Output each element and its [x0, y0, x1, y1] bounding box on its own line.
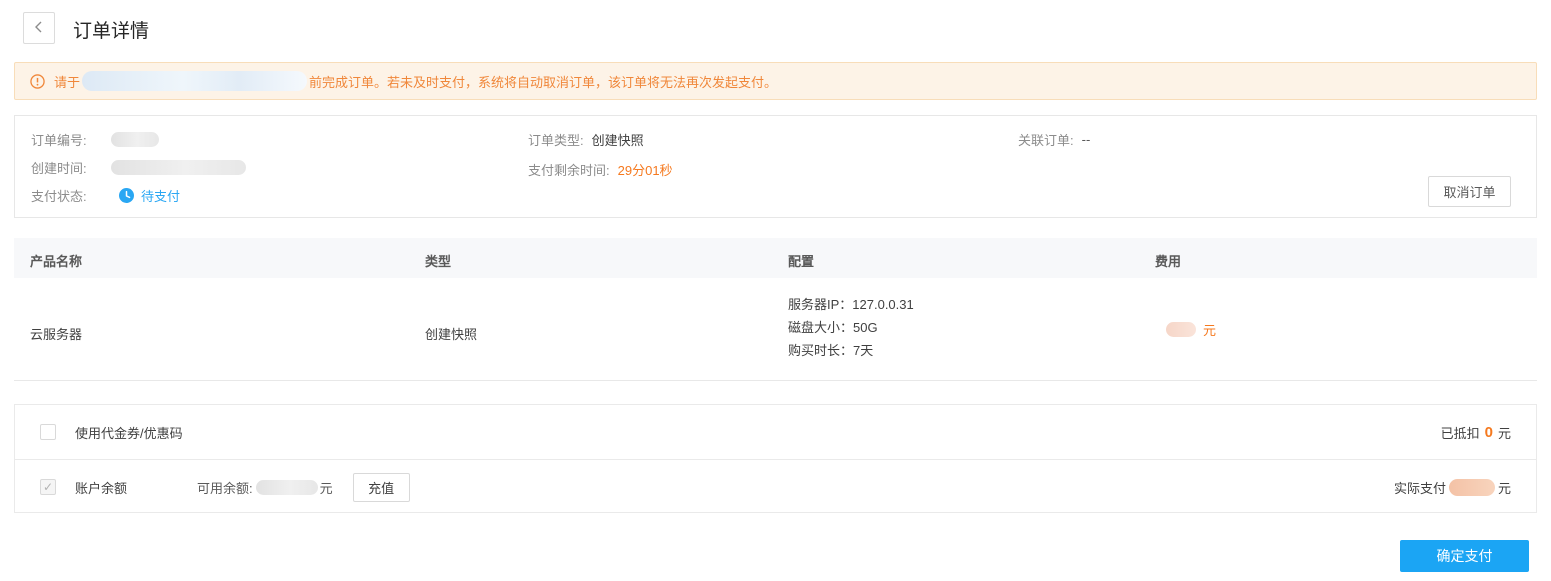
order-type-label: 订单类型:: [528, 132, 584, 148]
product-fee: 元: [1166, 320, 1216, 339]
order-info-panel: 订单编号: 创建时间: 支付状态: 待支付 订单类型: 创建快照 支付剩余时间:…: [14, 115, 1537, 218]
product-type: 创建快照: [425, 327, 478, 342]
deducted-label: 已抵扣: [1440, 425, 1480, 441]
balance-row: ✓ 账户余额 可用余额: 元 充值 实际支付 元: [15, 460, 1536, 514]
cancel-order-button[interactable]: 取消订单: [1428, 176, 1511, 207]
order-detail-page: 订单详情 请于 前完成订单。若未及时支付，系统将自动取消订单，该订单将无法再次发…: [0, 0, 1551, 581]
chevron-left-icon: [34, 21, 44, 36]
redacted-create-time: [111, 159, 246, 175]
page-title: 订单详情: [73, 21, 150, 42]
redacted-fee-amount: [1166, 322, 1196, 337]
redacted-order-number: [111, 131, 159, 147]
pay-status-row: 支付状态: 待支付: [31, 187, 181, 204]
table-row: 云服务器 创建快照 服务器IP：127.0.0.31 磁盘大小：50G 购买时长…: [14, 278, 1537, 381]
actual-payment-unit: 元: [1497, 480, 1511, 496]
recharge-button[interactable]: 充值: [352, 472, 410, 502]
redacted-available-balance: [255, 479, 318, 495]
balance-checkbox[interactable]: ✓: [40, 479, 56, 495]
column-header-type: 类型: [425, 254, 452, 269]
back-button[interactable]: [23, 12, 55, 44]
actual-payment-label: 实际支付: [1393, 480, 1446, 496]
balance-label: 账户余额: [75, 480, 128, 496]
coupon-checkbox[interactable]: [40, 424, 56, 440]
config-line-disk: 磁盘大小：50G: [788, 320, 878, 335]
order-type-row: 订单类型: 创建快照: [528, 131, 644, 148]
payment-section: 使用代金券/优惠码 已抵扣 0 元 ✓ 账户余额 可用余额: 元 充值 实际支付…: [14, 404, 1537, 513]
product-config: 服务器IP：127.0.0.31 磁盘大小：50G 购买时长：7天: [788, 293, 914, 362]
config-line-ip: 服务器IP：127.0.0.31: [788, 297, 914, 312]
deducted-unit: 元: [1497, 425, 1511, 441]
config-line-duration: 购买时长：7天: [788, 343, 874, 358]
available-balance-unit: 元: [319, 480, 333, 496]
create-time-label: 创建时间:: [31, 160, 87, 176]
deducted-value: 0: [1484, 423, 1493, 441]
pay-status-value: 待支付: [141, 188, 181, 204]
fee-unit: 元: [1203, 323, 1217, 338]
payment-deadline-alert: 请于 前完成订单。若未及时支付，系统将自动取消订单，该订单将无法再次发起支付。: [14, 62, 1537, 100]
confirm-payment-button[interactable]: 确定支付: [1400, 540, 1529, 572]
column-header-product: 产品名称: [30, 254, 83, 269]
related-order-label: 关联订单:: [1018, 132, 1074, 148]
redacted-actual-payment: [1448, 478, 1495, 496]
coupon-row: 使用代金券/优惠码 已抵扣 0 元: [15, 405, 1536, 460]
order-number-row: 订单编号:: [31, 131, 159, 148]
product-table-header: 产品名称 类型 配置 费用: [14, 238, 1537, 278]
alert-text-prefix: 请于: [54, 74, 81, 90]
column-header-config: 配置: [788, 254, 815, 269]
coupon-label: 使用代金券/优惠码: [75, 425, 183, 441]
order-number-label: 订单编号:: [31, 132, 87, 148]
available-balance-label: 可用余额:: [197, 480, 253, 496]
product-name: 云服务器: [30, 327, 83, 342]
warning-icon: [30, 73, 45, 89]
clock-icon: [119, 187, 134, 203]
alert-text-suffix: 前完成订单。若未及时支付，系统将自动取消订单，该订单将无法再次发起支付。: [309, 74, 778, 90]
remain-time-row: 支付剩余时间: 29分01秒: [528, 161, 673, 178]
pay-status-label: 支付状态:: [31, 188, 87, 204]
related-order-value: --: [1081, 131, 1091, 147]
create-time-row: 创建时间:: [31, 159, 246, 176]
actual-payment: 实际支付 元: [1394, 478, 1511, 497]
related-order-row: 关联订单: --: [1018, 131, 1091, 148]
remain-time-value: 29分01秒: [617, 162, 673, 178]
column-header-fee: 费用: [1155, 254, 1182, 269]
remain-time-label: 支付剩余时间:: [528, 162, 610, 178]
redacted-deadline: [82, 71, 308, 91]
deducted-amount: 已抵扣 0 元: [1441, 423, 1511, 442]
order-type-value: 创建快照: [591, 132, 644, 148]
